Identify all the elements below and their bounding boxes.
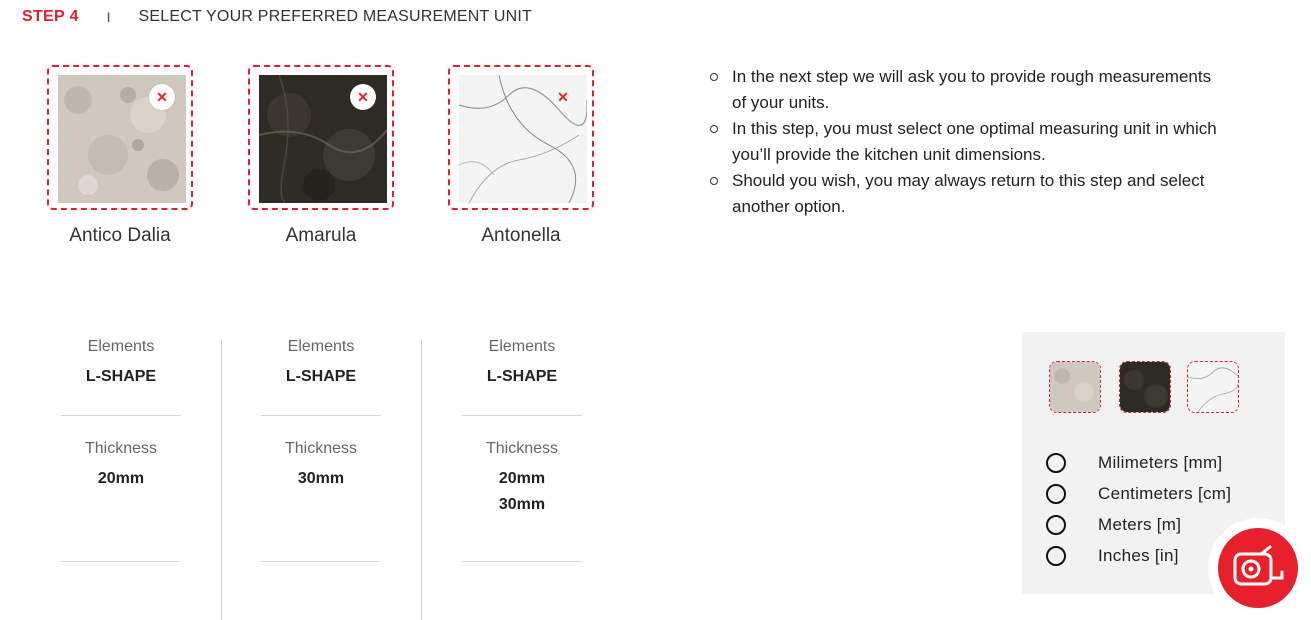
- step-header: STEP 4 I SELECT YOUR PREFERRED MEASUREME…: [22, 8, 532, 26]
- radio-button[interactable]: [1046, 484, 1066, 504]
- thickness-value: 20mm: [498, 470, 546, 487]
- radio-button[interactable]: [1046, 546, 1066, 566]
- swatch-image: [1050, 362, 1100, 412]
- thickness-value: 30mm: [297, 470, 345, 487]
- unit-label: Inches [in]: [1098, 546, 1179, 565]
- unit-option-m[interactable]: Meters [m]: [1046, 515, 1181, 535]
- info-item: Should you wish, you may always return t…: [708, 168, 1228, 220]
- spec-column: Elements L-SHAPE Thickness 30mm: [221, 330, 421, 562]
- stone-name: Antonella: [481, 225, 561, 246]
- divider: [61, 561, 181, 562]
- unit-label: Meters [m]: [1098, 515, 1182, 534]
- step-separator: I: [106, 9, 111, 25]
- elements-value: L-SHAPE: [285, 368, 357, 385]
- unit-option-mm[interactable]: Milimeters [mm]: [1046, 453, 1222, 473]
- info-item: In this step, you must select one optima…: [708, 116, 1228, 168]
- close-icon: ✕: [557, 89, 569, 105]
- measure-fab-button[interactable]: [1208, 518, 1308, 618]
- close-icon: ✕: [156, 89, 168, 105]
- measuring-tape-icon: [1233, 545, 1284, 586]
- elements-label: Elements: [87, 338, 155, 355]
- close-icon: ✕: [357, 89, 369, 105]
- stone-swatch: [1187, 361, 1239, 413]
- divider: [462, 415, 582, 416]
- step-title: SELECT YOUR PREFERRED MEASUREMENT UNIT: [138, 8, 532, 25]
- elements-value: L-SHAPE: [486, 368, 558, 385]
- fab-circle: [1218, 528, 1298, 608]
- stone-frame: ✕: [47, 65, 193, 210]
- stone-name: Antico Dalia: [69, 225, 171, 246]
- step-label: STEP 4: [22, 8, 79, 25]
- info-list: In the next step we will ask you to prov…: [708, 64, 1228, 220]
- bullet-icon: [710, 125, 718, 133]
- thickness-value: 30mm: [498, 496, 546, 513]
- stone-card: ✕ Antonella: [446, 65, 596, 247]
- remove-stone-button[interactable]: ✕: [550, 84, 576, 110]
- elements-value: L-SHAPE: [85, 368, 157, 385]
- bullet-icon: [710, 73, 718, 81]
- stone-card: ✕ Amarula: [246, 65, 396, 247]
- unit-label: Milimeters [mm]: [1098, 453, 1223, 472]
- unit-option-cm[interactable]: Centimeters [cm]: [1046, 484, 1231, 504]
- unit-option-in[interactable]: Inches [in]: [1046, 546, 1179, 566]
- divider: [261, 415, 381, 416]
- divider: [462, 561, 582, 562]
- stone-swatch: [1049, 361, 1101, 413]
- swatch-image: [1120, 362, 1170, 412]
- thickness-value: 20mm: [97, 470, 145, 487]
- info-item: In the next step we will ask you to prov…: [708, 64, 1228, 116]
- stone-frame: ✕: [448, 65, 594, 210]
- stone-name: Amarula: [285, 225, 357, 246]
- unit-label: Centimeters [cm]: [1098, 484, 1232, 503]
- divider: [261, 561, 381, 562]
- elements-label: Elements: [287, 338, 355, 355]
- thickness-label: Thickness: [84, 440, 158, 457]
- elements-label: Elements: [488, 338, 556, 355]
- spec-column: Elements L-SHAPE Thickness 20mm 30mm: [422, 330, 622, 562]
- bullet-icon: [710, 177, 718, 185]
- stone-frame: ✕: [248, 65, 394, 210]
- spec-column: Elements L-SHAPE Thickness 20mm: [21, 330, 221, 562]
- radio-button[interactable]: [1046, 453, 1066, 473]
- divider: [61, 415, 181, 416]
- remove-stone-button[interactable]: ✕: [149, 84, 175, 110]
- stone-card: ✕ Antico Dalia: [45, 65, 195, 247]
- remove-stone-button[interactable]: ✕: [350, 84, 376, 110]
- thickness-label: Thickness: [485, 440, 559, 457]
- swatch-image: [1188, 362, 1238, 412]
- radio-button[interactable]: [1046, 515, 1066, 535]
- thickness-label: Thickness: [284, 440, 358, 457]
- stone-swatch: [1119, 361, 1171, 413]
